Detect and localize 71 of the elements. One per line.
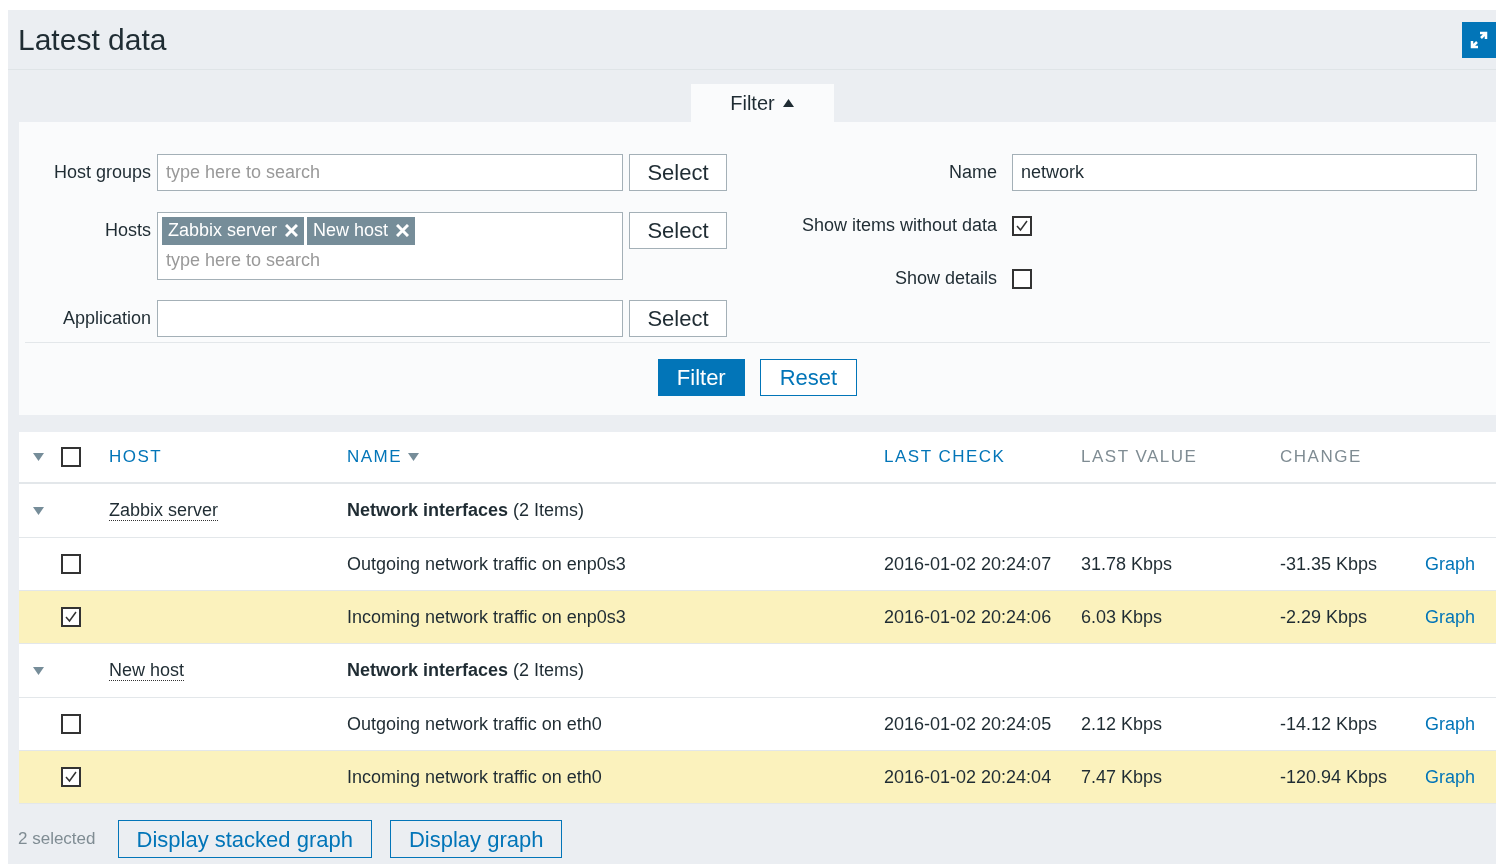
- graph-link[interactable]: Graph: [1425, 763, 1476, 791]
- expand-arrows-icon: [1469, 29, 1489, 50]
- name-field[interactable]: network: [1012, 154, 1477, 191]
- item-name: Outgoing network traffic on enp0s3: [347, 552, 626, 576]
- graph-link[interactable]: Graph: [1425, 603, 1476, 631]
- selected-count: 2 selected: [18, 828, 96, 851]
- change-cell-text: -14.12 Kbps: [1280, 712, 1378, 736]
- checkbox[interactable]: [1012, 268, 1032, 289]
- host-groups-field[interactable]: type here to search: [157, 154, 623, 191]
- field-label: Application: [61, 307, 151, 331]
- collapse-arrow-icon[interactable]: [33, 666, 44, 675]
- checkmark-icon: [65, 611, 77, 623]
- checkmark-icon: [65, 771, 77, 783]
- hosts-field[interactable]: Zabbix server New host type here to search: [157, 211, 623, 280]
- column-header: LAST VALUE: [1081, 446, 1198, 469]
- host-tag[interactable]: Zabbix server: [162, 216, 305, 245]
- application-label: Network interfaces (2 Items): [347, 659, 585, 682]
- change-cell-text: -31.35 Kbps: [1280, 552, 1378, 576]
- select-button[interactable]: Select: [629, 300, 727, 338]
- checkbox[interactable]: [61, 554, 81, 574]
- last-value-cell-text: 2.12 Kbps: [1081, 712, 1163, 736]
- select-button[interactable]: Select: [629, 154, 727, 191]
- last-value-cell-text: 31.78 Kbps: [1081, 552, 1173, 576]
- page-title: Latest data: [18, 22, 167, 58]
- fullscreen-button[interactable]: [1462, 21, 1496, 58]
- checkbox[interactable]: [61, 607, 81, 627]
- filter-button[interactable]: Filter: [657, 359, 745, 396]
- last-value-cell-text: 7.47 Kbps: [1081, 765, 1163, 789]
- collapse-arrow-icon[interactable]: [33, 506, 44, 515]
- column-header[interactable]: HOST: [109, 444, 163, 470]
- field-label: Name: [948, 161, 997, 184]
- display-graph-button[interactable]: Display graph: [389, 820, 563, 858]
- select-button[interactable]: Select: [629, 211, 727, 249]
- last-value-cell-text: 6.03 Kbps: [1081, 605, 1163, 629]
- item-name: Incoming network traffic on enp0s3: [347, 605, 626, 629]
- item-name: Outgoing network traffic on eth0: [347, 712, 602, 736]
- column-header[interactable]: LAST CHECK: [884, 444, 1006, 470]
- triangle-icon[interactable]: [782, 99, 794, 107]
- checkbox[interactable]: [61, 714, 81, 734]
- graph-link[interactable]: Graph: [1425, 710, 1476, 738]
- field-label: Host groups: [52, 161, 151, 184]
- option-label: Show items without data: [800, 214, 997, 237]
- field-label: Hosts: [104, 218, 151, 242]
- column-header: CHANGE: [1280, 446, 1362, 469]
- last-check-cell-text: 2016-01-02 20:24:07: [884, 552, 1052, 576]
- checkbox[interactable]: [61, 447, 81, 467]
- last-check-cell-text: 2016-01-02 20:24:04: [884, 765, 1052, 789]
- checkbox[interactable]: [1012, 215, 1032, 236]
- display-graph-button[interactable]: Display stacked graph: [117, 820, 372, 858]
- change-cell-text: -2.29 Kbps: [1280, 605, 1368, 629]
- checkmark-icon: [1016, 219, 1028, 232]
- last-check-cell-text: 2016-01-02 20:24:06: [884, 605, 1052, 629]
- reset-button[interactable]: Reset: [759, 359, 858, 396]
- change-cell-text: -120.94 Kbps: [1280, 765, 1388, 789]
- last-check-cell-text: 2016-01-02 20:24:05: [884, 712, 1052, 736]
- application-field[interactable]: [157, 300, 623, 338]
- collapse-arrow-icon[interactable]: [33, 453, 44, 461]
- host-link[interactable]: New host: [109, 660, 185, 681]
- search-placeholder: type here to search: [165, 248, 322, 272]
- sort-arrow-icon[interactable]: [408, 453, 420, 461]
- application-label: Network interfaces (2 Items): [347, 499, 585, 522]
- host-link[interactable]: Zabbix server: [109, 500, 219, 521]
- option-label: Show details: [893, 267, 997, 290]
- close-icon[interactable]: [285, 224, 299, 238]
- host-tag[interactable]: New host: [307, 216, 416, 245]
- close-icon[interactable]: [396, 224, 410, 238]
- item-name: Incoming network traffic on eth0: [347, 765, 602, 789]
- column-header[interactable]: NAME: [347, 444, 420, 470]
- graph-link[interactable]: Graph: [1425, 550, 1476, 578]
- checkbox[interactable]: [61, 767, 81, 787]
- filter-tab[interactable]: Filter: [690, 84, 834, 122]
